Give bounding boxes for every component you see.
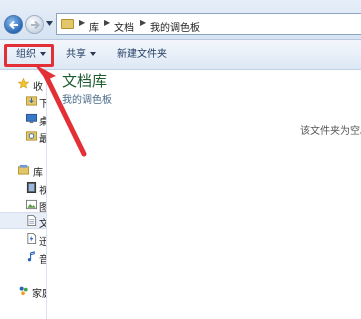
annotation-arrow bbox=[34, 64, 87, 157]
